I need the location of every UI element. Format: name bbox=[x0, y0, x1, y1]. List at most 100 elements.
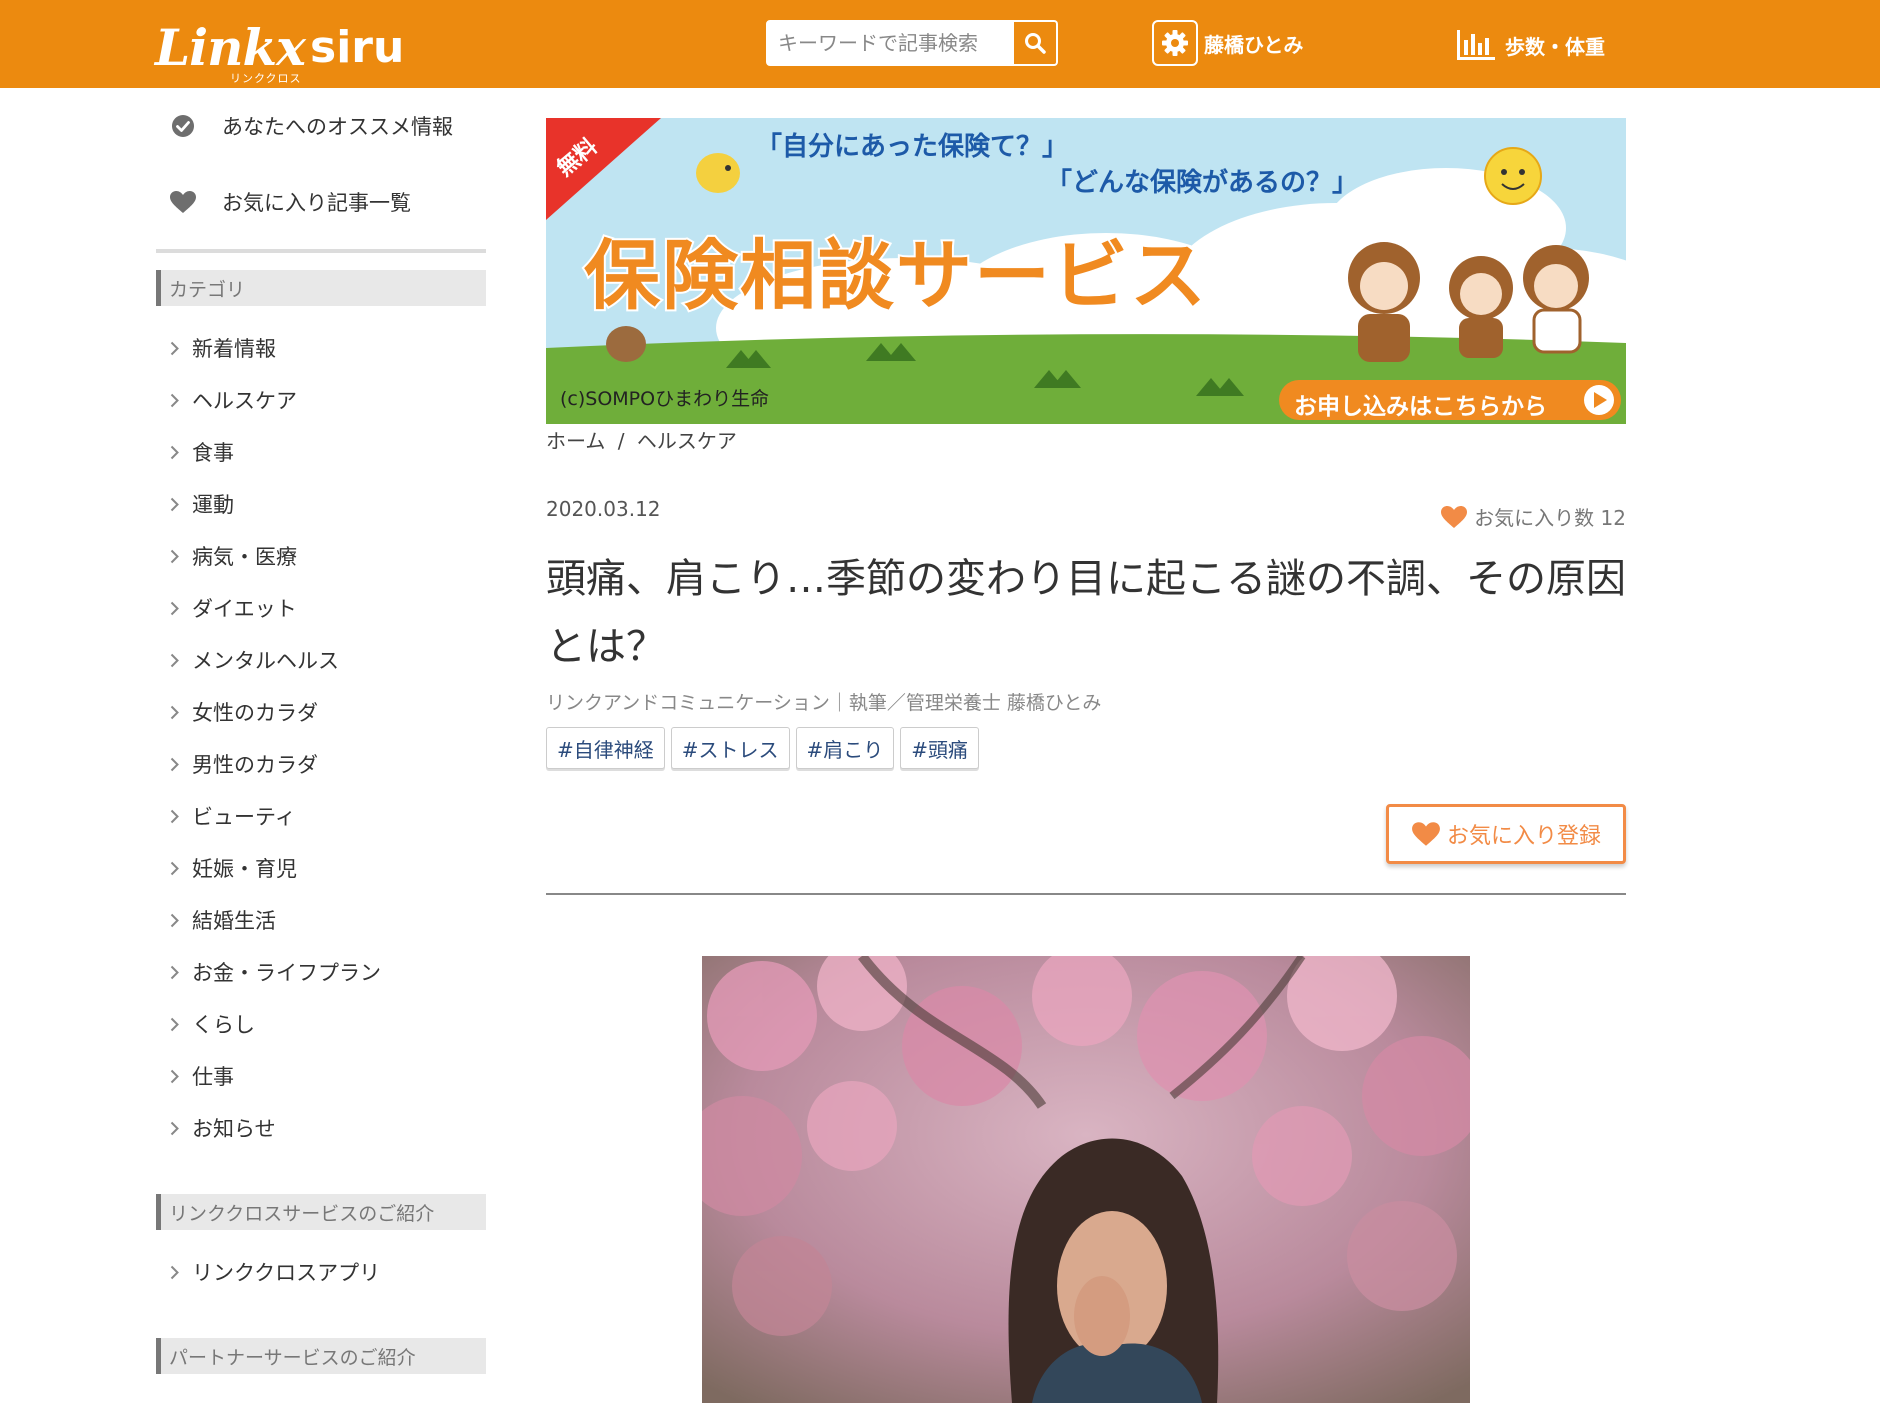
steps-weight-link[interactable]: 歩数・体重 bbox=[1457, 28, 1605, 62]
bar-chart-icon bbox=[1457, 30, 1495, 60]
banner-cta: お申し込みはこちらから bbox=[1294, 394, 1547, 420]
sidebar-category-item[interactable]: 結婚生活 bbox=[156, 894, 486, 946]
tag-chip[interactable]: #頭痛 bbox=[900, 727, 980, 769]
category-label: ヘルスケア bbox=[192, 389, 297, 413]
category-label: ダイエット bbox=[192, 597, 297, 621]
gear-icon-box bbox=[1152, 20, 1198, 66]
category-label: 妊娠・育児 bbox=[192, 857, 297, 881]
heart-icon bbox=[1412, 822, 1440, 846]
sidebar-category-item[interactable]: 運動 bbox=[156, 478, 486, 530]
insurance-banner-ad[interactable]: 無料 「自分にあった保険て？」 「どんな保険があるの？」 保険相談サービス (c… bbox=[546, 118, 1626, 424]
category-label: 病気・医療 bbox=[192, 545, 297, 569]
check-circle-icon bbox=[168, 114, 198, 138]
sidebar-category-item[interactable]: 病気・医療 bbox=[156, 530, 486, 582]
logo-subtext: リンククロス bbox=[230, 72, 302, 85]
tag-chip[interactable]: #ストレス bbox=[670, 727, 790, 769]
article-title: 頭痛、肩こり…季節の変わり目に起こる謎の不調、その原因とは？ bbox=[546, 556, 1626, 670]
breadcrumb-home[interactable]: ホーム bbox=[546, 429, 605, 453]
sidebar-category-item[interactable]: 仕事 bbox=[156, 1050, 486, 1102]
search-input[interactable] bbox=[766, 20, 1014, 66]
article-author: リンクアンドコミュニケーション｜執筆／管理栄養士 藤橋ひとみ bbox=[546, 692, 1102, 714]
breadcrumb-separator: / bbox=[617, 429, 625, 453]
sidebar-category-item[interactable]: ビューティ bbox=[156, 790, 486, 842]
sidebar-category-item[interactable]: 食事 bbox=[156, 426, 486, 478]
article-hero-photo bbox=[702, 956, 1470, 1403]
add-favorite-label: お気に入り登録 bbox=[1446, 824, 1601, 849]
article-divider bbox=[546, 893, 1626, 895]
banner-headline: 保険相談サービス bbox=[582, 229, 1208, 322]
service-list: リンククロスアプリ bbox=[156, 1246, 486, 1298]
sidebar-category-item[interactable]: ダイエット bbox=[156, 582, 486, 634]
favorite-count-label: お気に入り数 12 bbox=[1474, 506, 1626, 530]
search-bar bbox=[766, 20, 1058, 66]
category-label: 仕事 bbox=[192, 1065, 234, 1089]
sidebar-category-item[interactable]: くらし bbox=[156, 998, 486, 1050]
user-name: 藤橋ひとみ bbox=[1204, 32, 1304, 57]
service-label: リンククロスアプリ bbox=[192, 1261, 381, 1285]
category-label: メンタルヘルス bbox=[192, 649, 339, 673]
sidebar-item-label: あなたへのオススメ情報 bbox=[222, 115, 453, 139]
chevron-right-icon bbox=[170, 1121, 184, 1136]
search-icon bbox=[1025, 33, 1046, 54]
chevron-right-icon bbox=[170, 757, 184, 772]
heart-icon bbox=[168, 190, 198, 214]
banner-question-1: 「自分にあった保険て？」 bbox=[756, 132, 1069, 162]
sidebar-service-item[interactable]: リンククロスアプリ bbox=[156, 1246, 486, 1298]
chevron-right-icon bbox=[170, 341, 184, 356]
top-bar: Linkx siru リンククロス キーワードで記事検索 藤橋ひとみ 歩数・体重 bbox=[0, 0, 1880, 88]
logo-siru-text: siru bbox=[310, 22, 405, 73]
partner-heading: パートナーサービスのご紹介 bbox=[156, 1338, 486, 1374]
chevron-right-icon bbox=[170, 809, 184, 824]
tag-list: #自律神経 #ストレス #肩こり #頭痛 bbox=[546, 727, 985, 769]
banner-question-2: 「どんな保険があるの？」 bbox=[1046, 168, 1359, 198]
logo-text: Linkx bbox=[155, 18, 306, 77]
category-label: 新着情報 bbox=[192, 337, 276, 361]
sidebar-category-item[interactable]: 男性のカラダ bbox=[156, 738, 486, 790]
sidebar-category-item[interactable]: お知らせ bbox=[156, 1102, 486, 1154]
sidebar-item-recommended[interactable]: あなたへのオススメ情報 bbox=[156, 88, 486, 164]
category-label: お金・ライフプラン bbox=[192, 961, 381, 985]
breadcrumb-category[interactable]: ヘルスケア bbox=[637, 429, 737, 453]
category-label: くらし bbox=[192, 1013, 255, 1037]
chevron-right-icon bbox=[170, 965, 184, 980]
chevron-right-icon bbox=[170, 653, 184, 668]
gear-icon bbox=[1162, 30, 1188, 56]
category-label: お知らせ bbox=[192, 1117, 276, 1141]
chevron-right-icon bbox=[170, 705, 184, 720]
category-label: 結婚生活 bbox=[192, 909, 276, 933]
sidebar-category-item[interactable]: 新着情報 bbox=[156, 322, 486, 374]
chevron-right-icon bbox=[170, 1069, 184, 1084]
tag-chip[interactable]: #自律神経 bbox=[546, 727, 665, 769]
sidebar-category-item[interactable]: お金・ライフプラン bbox=[156, 946, 486, 998]
sidebar-item-favorites[interactable]: お気に入り記事一覧 bbox=[156, 164, 486, 240]
category-list: 新着情報 ヘルスケア 食事 運動 病気・医療 ダイエット メンタルヘルス 女性の… bbox=[156, 322, 486, 1154]
sidebar-item-label: お気に入り記事一覧 bbox=[222, 191, 411, 215]
sidebar: あなたへのオススメ情報 お気に入り記事一覧 カテゴリ 新着情報 ヘルスケア 食事… bbox=[156, 88, 486, 1374]
search-button[interactable] bbox=[1014, 20, 1058, 66]
chevron-right-icon bbox=[170, 549, 184, 564]
sidebar-category-item[interactable]: 妊娠・育児 bbox=[156, 842, 486, 894]
add-favorite-button[interactable]: お気に入り登録 bbox=[1386, 804, 1626, 864]
heart-icon bbox=[1441, 505, 1468, 528]
user-settings-link[interactable]: 藤橋ひとみ bbox=[1152, 20, 1303, 66]
chevron-right-icon bbox=[170, 913, 184, 928]
category-label: 食事 bbox=[192, 441, 234, 465]
category-label: 運動 bbox=[192, 493, 234, 517]
sidebar-category-item[interactable]: 女性のカラダ bbox=[156, 686, 486, 738]
chevron-right-icon bbox=[170, 1017, 184, 1032]
sidebar-category-item[interactable]: メンタルヘルス bbox=[156, 634, 486, 686]
chevron-right-icon bbox=[170, 445, 184, 460]
service-heading: リンククロスサービスのご紹介 bbox=[156, 1194, 486, 1230]
sidebar-category-item[interactable]: ヘルスケア bbox=[156, 374, 486, 426]
chevron-right-icon bbox=[170, 497, 184, 512]
category-label: ビューティ bbox=[192, 805, 296, 829]
breadcrumb: ホーム / ヘルスケア bbox=[546, 425, 737, 454]
banner-credit: (c)SOMPOひまわり生命 bbox=[560, 388, 770, 410]
steps-weight-label: 歩数・体重 bbox=[1505, 34, 1605, 59]
chevron-right-icon bbox=[170, 601, 184, 616]
category-label: 男性のカラダ bbox=[192, 753, 318, 777]
chevron-right-icon bbox=[170, 861, 184, 876]
favorite-count: お気に入り数 12 bbox=[1440, 502, 1626, 531]
tag-chip[interactable]: #肩こり bbox=[795, 727, 895, 769]
category-heading: カテゴリ bbox=[156, 270, 486, 306]
